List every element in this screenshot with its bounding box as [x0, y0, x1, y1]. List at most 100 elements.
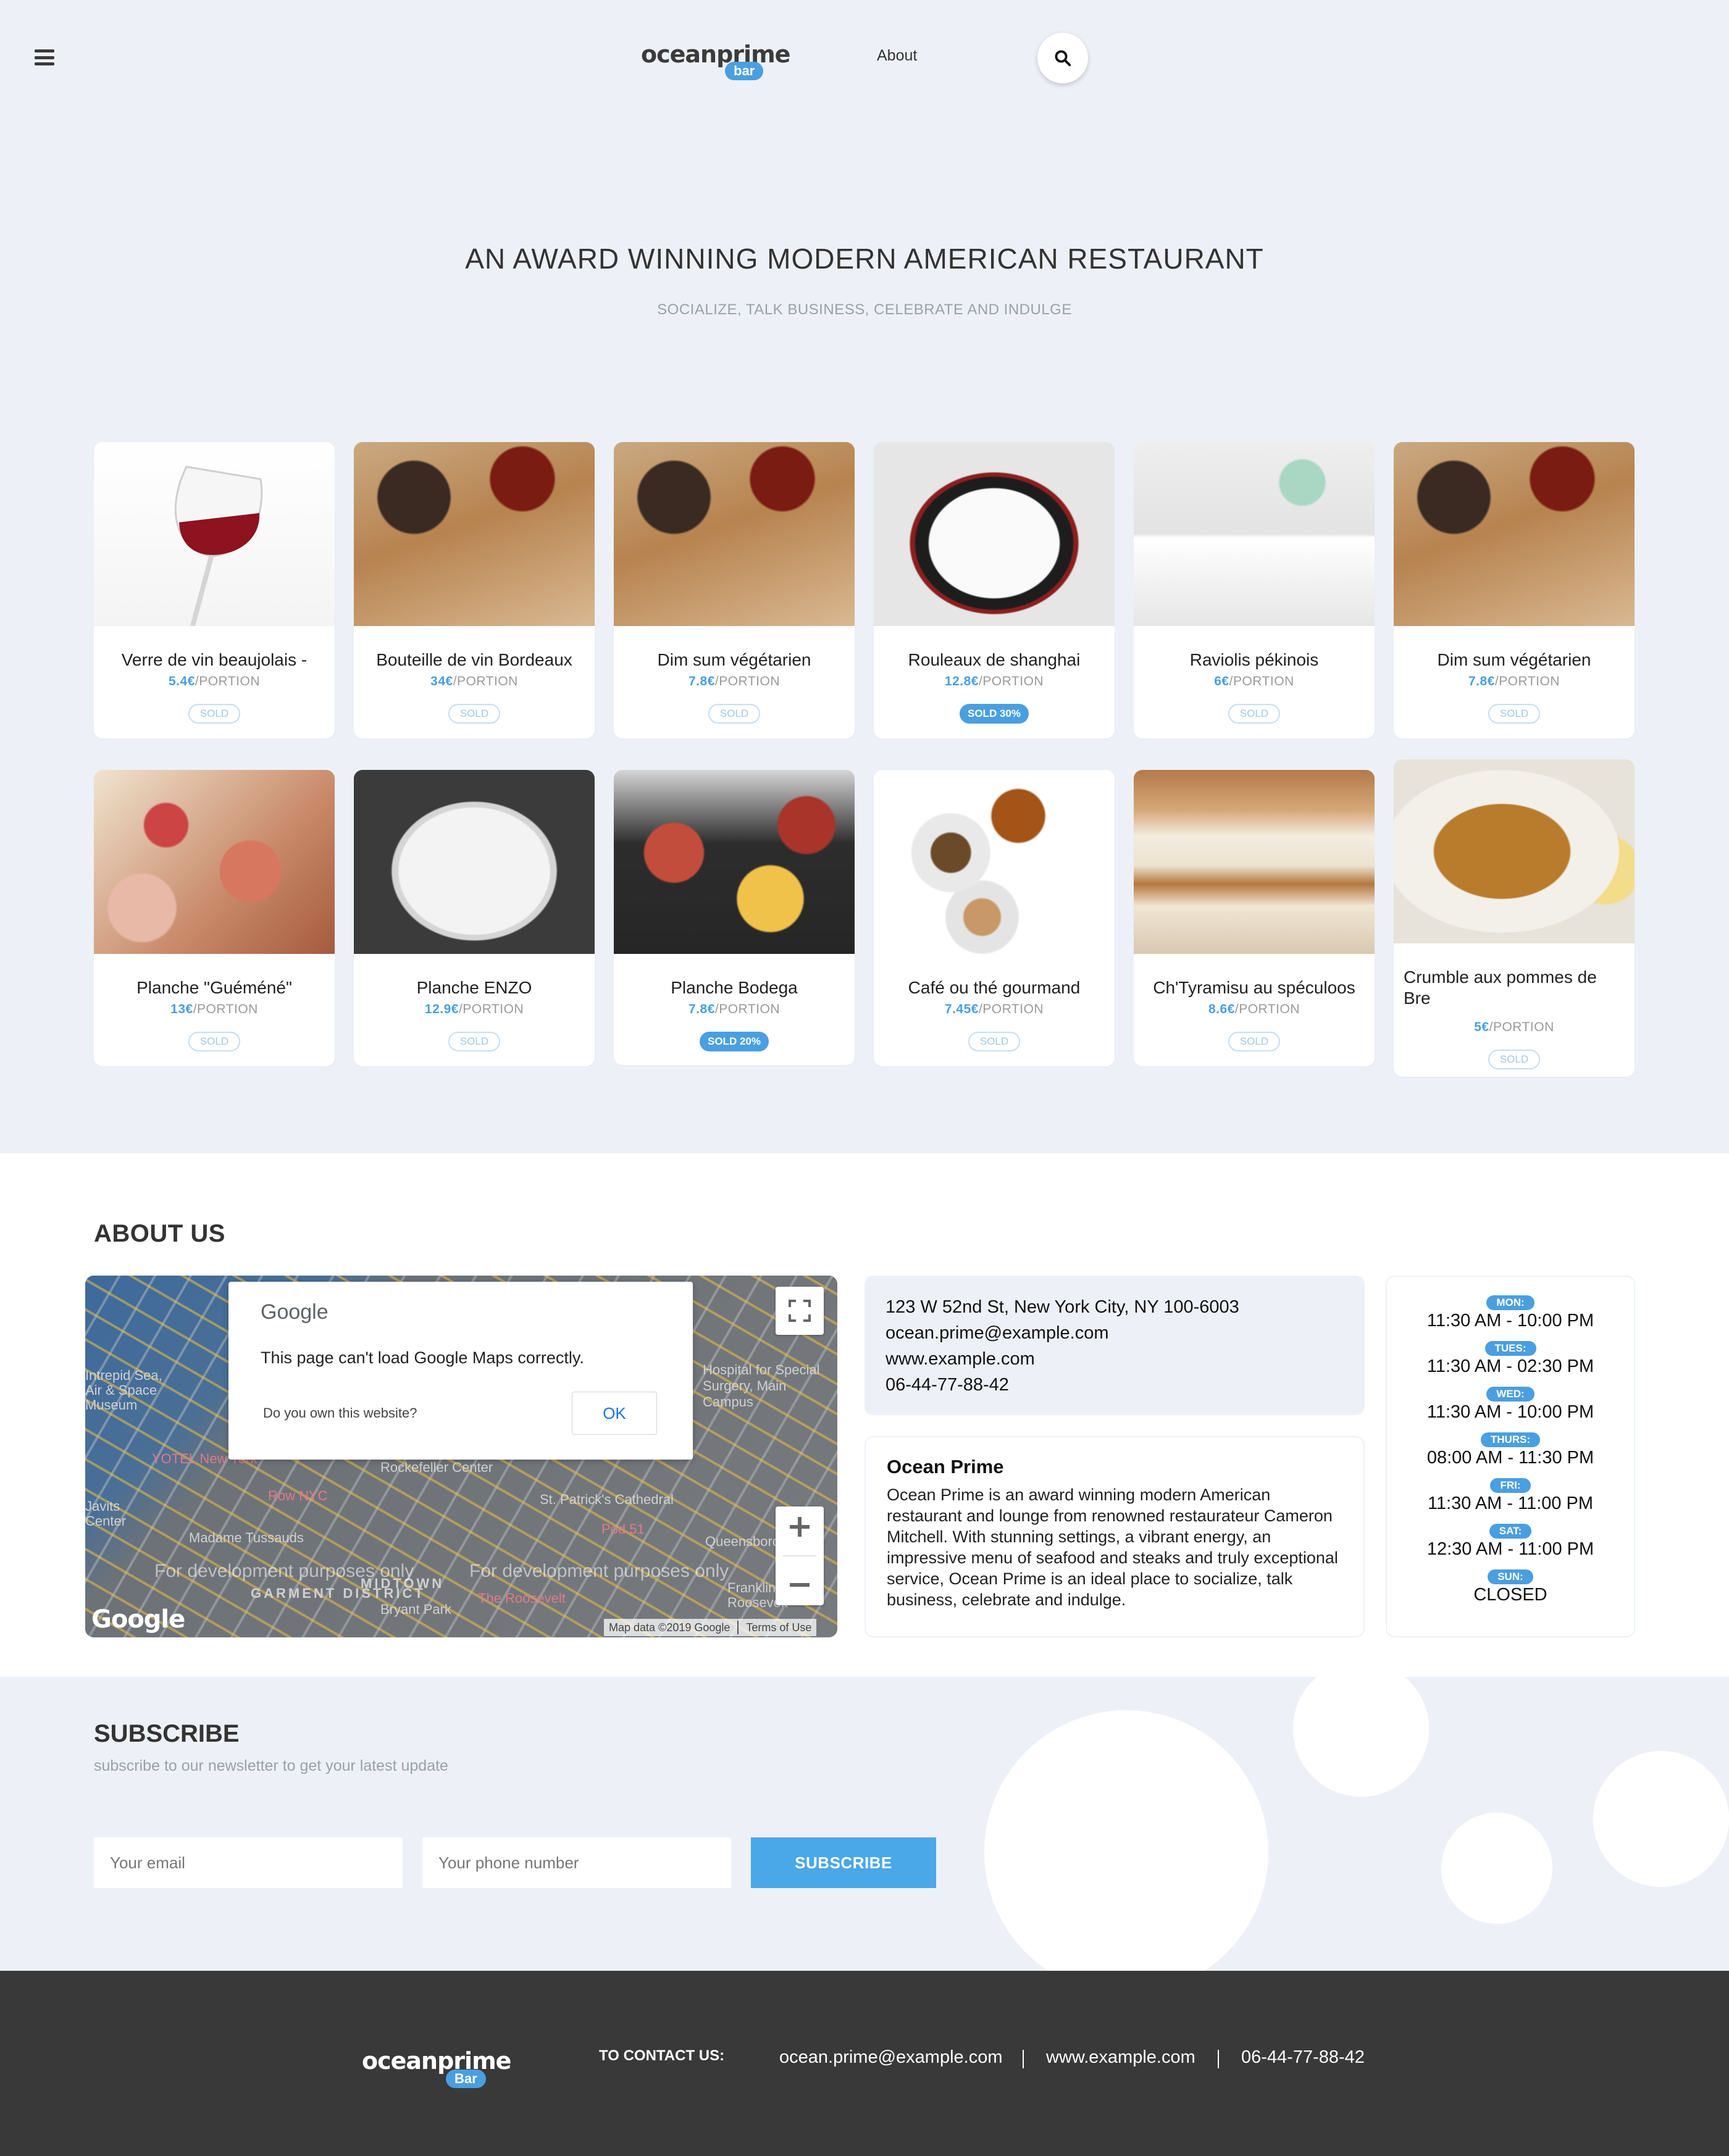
coffee-tea-image: [874, 770, 1115, 954]
map-error-dialog: Google This page can't load Google Maps …: [228, 1282, 693, 1460]
hours-time: CLOSED: [1473, 1585, 1547, 1605]
menu-card[interactable]: Café ou thé gourmand 7.45€/PORTION SOLD: [874, 770, 1115, 1066]
map-fullscreen-button[interactable]: [776, 1287, 824, 1335]
menu-card[interactable]: Planche Bodega 7.8€/PORTION SOLD 20%: [614, 770, 855, 1065]
sold-badge: SOLD: [188, 1032, 240, 1051]
menu-card[interactable]: Bouteille de vin Bordeaux 34€/PORTION SO…: [354, 442, 595, 738]
menu-item-name: Rouleaux de shanghai: [908, 650, 1081, 669]
search-button[interactable]: [1037, 33, 1088, 83]
price-value: 12.8€: [944, 674, 979, 688]
menu-item-name: Planche "Guéméné": [136, 978, 292, 997]
email[interactable]: ocean.prime@example.com: [885, 1320, 1344, 1346]
logo-wordmark: oceanprime: [362, 2047, 511, 2075]
menu-item-price: 8.6€/PORTION: [1134, 1002, 1375, 1017]
footer-phone: 06-44-77-88-42: [1241, 2047, 1365, 2067]
wine-glass-illustration: [174, 466, 263, 626]
price-unit: /PORTION: [193, 1002, 258, 1016]
dumpling-image: [1394, 442, 1635, 626]
hours-row: SUN: CLOSED: [1387, 1569, 1634, 1615]
menu-card[interactable]: Crumble aux pommes de Bre 5€/PORTION SOL…: [1394, 759, 1635, 1077]
menu-item-price: 6€/PORTION: [1134, 674, 1375, 689]
menu-item-name: Dim sum végétarien: [1437, 650, 1591, 669]
menu-card[interactable]: Verre de vin beaujolais - 5.4€/PORTION S…: [94, 442, 335, 738]
menu-card[interactable]: Planche ENZO 12.9€/PORTION SOLD: [354, 770, 595, 1066]
menu-card[interactable]: Dim sum végétarien 7.8€/PORTION SOLD: [614, 442, 855, 738]
zoom-in-icon[interactable]: [787, 1515, 812, 1539]
hamburger-menu-icon[interactable]: [35, 49, 54, 65]
description-title: Ocean Prime: [887, 1456, 1004, 1477]
sold-badge: SOLD: [448, 1032, 500, 1051]
hours-time: 11:30 AM - 10:00 PM: [1426, 1402, 1594, 1422]
menu-card[interactable]: Rouleaux de shanghai 12.8€/PORTION SOLD …: [874, 442, 1115, 738]
price-unit: /PORTION: [714, 674, 780, 688]
sold-badge: SOLD: [968, 1032, 1020, 1051]
menu-item-price: 7.8€/PORTION: [614, 674, 855, 689]
menu-item-price: 34€/PORTION: [354, 674, 595, 689]
menu-card[interactable]: Raviolis pékinois 6€/PORTION SOLD: [1134, 442, 1375, 738]
site-logo[interactable]: oceanprime bar: [641, 41, 790, 84]
map-terms-link[interactable]: Terms of Use: [746, 1621, 811, 1634]
map-label: Intrepid Sea, Air & Space Museum: [85, 1368, 162, 1413]
price-unit: /PORTION: [458, 1002, 524, 1016]
footer-logo[interactable]: oceanprime Bar: [362, 2047, 511, 2088]
map-label: Queensboro: [705, 1534, 781, 1549]
attribution-divider: [737, 1621, 739, 1634]
menu-item-price: 5€/PORTION: [1394, 1020, 1635, 1035]
price-unit: /PORTION: [195, 674, 260, 688]
menu-item-price: 12.8€/PORTION: [874, 674, 1115, 689]
price-value: 7.8€: [689, 674, 715, 688]
menu-item-name: Café ou thé gourmand: [908, 978, 1081, 997]
sold-badge: SOLD: [1488, 1050, 1540, 1069]
price-unit: /PORTION: [978, 674, 1044, 688]
nav-about-link[interactable]: About: [877, 47, 917, 65]
discount-badge: SOLD 20%: [700, 1032, 769, 1051]
email-input[interactable]: [94, 1837, 403, 1888]
menu-item-name: Planche Bodega: [671, 978, 798, 997]
decorative-circle: [1293, 1661, 1429, 1797]
contact-info-card: 123 W 52nd St, New York City, NY 100-600…: [865, 1276, 1365, 1415]
map-label: Pod 51: [601, 1521, 645, 1537]
price-value: 5€: [1474, 1020, 1489, 1034]
price-value: 13€: [170, 1002, 193, 1016]
restaurant-description-card: Ocean Prime Ocean Prime is an award winn…: [865, 1436, 1365, 1637]
menu-bar: [35, 56, 54, 59]
menu-card[interactable]: Planche "Guéméné" 13€/PORTION SOLD: [94, 770, 335, 1066]
map-label: Rockefeller Center: [380, 1460, 493, 1475]
sold-badge: SOLD: [708, 704, 760, 724]
map-label: The Roosevelt: [478, 1590, 566, 1606]
dialog-ok-button[interactable]: OK: [572, 1392, 657, 1435]
menu-item-name: Dim sum végétarien: [657, 650, 811, 669]
subscribe-description: subscribe to our newsletter to get your …: [94, 1757, 448, 1774]
menu-item-name: Ch'Tyramisu au spéculoos: [1153, 978, 1355, 997]
footer-email-link[interactable]: ocean.prime@example.com: [779, 2047, 1002, 2068]
price-value: 7.45€: [944, 1002, 979, 1016]
map-data-credit: Map data ©2019 Google: [609, 1621, 731, 1634]
subscribe-button[interactable]: SUBSCRIBE: [751, 1837, 936, 1888]
hours-time: 11:30 AM - 02:30 PM: [1426, 1356, 1594, 1376]
menu-card[interactable]: Dim sum végétarien 7.8€/PORTION SOLD: [1394, 442, 1635, 738]
price-value: 8.6€: [1208, 1002, 1235, 1016]
footer-contact-label: TO CONTACT US:: [599, 2047, 725, 2064]
ham-plate-image: [354, 770, 595, 954]
dumpling-image: [614, 442, 855, 626]
hours-row: WED: 11:30 AM - 10:00 PM: [1387, 1387, 1634, 1432]
map-label: Javits Center: [85, 1498, 127, 1529]
footer-website-link[interactable]: www.example.com: [1046, 2047, 1195, 2068]
zoom-divider: [783, 1555, 816, 1556]
map-watermark: For development purposes only: [154, 1561, 414, 1581]
zoom-out-icon[interactable]: [787, 1573, 812, 1597]
map-zoom-control: [776, 1506, 824, 1605]
website[interactable]: www.example.com: [885, 1346, 1344, 1372]
hours-time: 08:00 AM - 11:30 PM: [1426, 1448, 1594, 1468]
phone-input[interactable]: [422, 1837, 731, 1888]
day-badge: FRI:: [1490, 1478, 1531, 1493]
logo-wordmark: oceanprime: [641, 41, 790, 68]
discount-badge: SOLD 30%: [960, 704, 1029, 724]
decorative-circle: [1441, 1813, 1552, 1924]
bodega-board-image: [614, 770, 855, 954]
day-badge: SUN:: [1488, 1569, 1533, 1584]
menu-card[interactable]: Ch'Tyramisu au spéculoos 8.6€/PORTION SO…: [1134, 770, 1375, 1066]
charcuterie-board-image: [94, 770, 335, 954]
sold-badge: SOLD: [188, 704, 240, 724]
hours-row: MON: 11:30 AM - 10:00 PM: [1387, 1295, 1634, 1341]
